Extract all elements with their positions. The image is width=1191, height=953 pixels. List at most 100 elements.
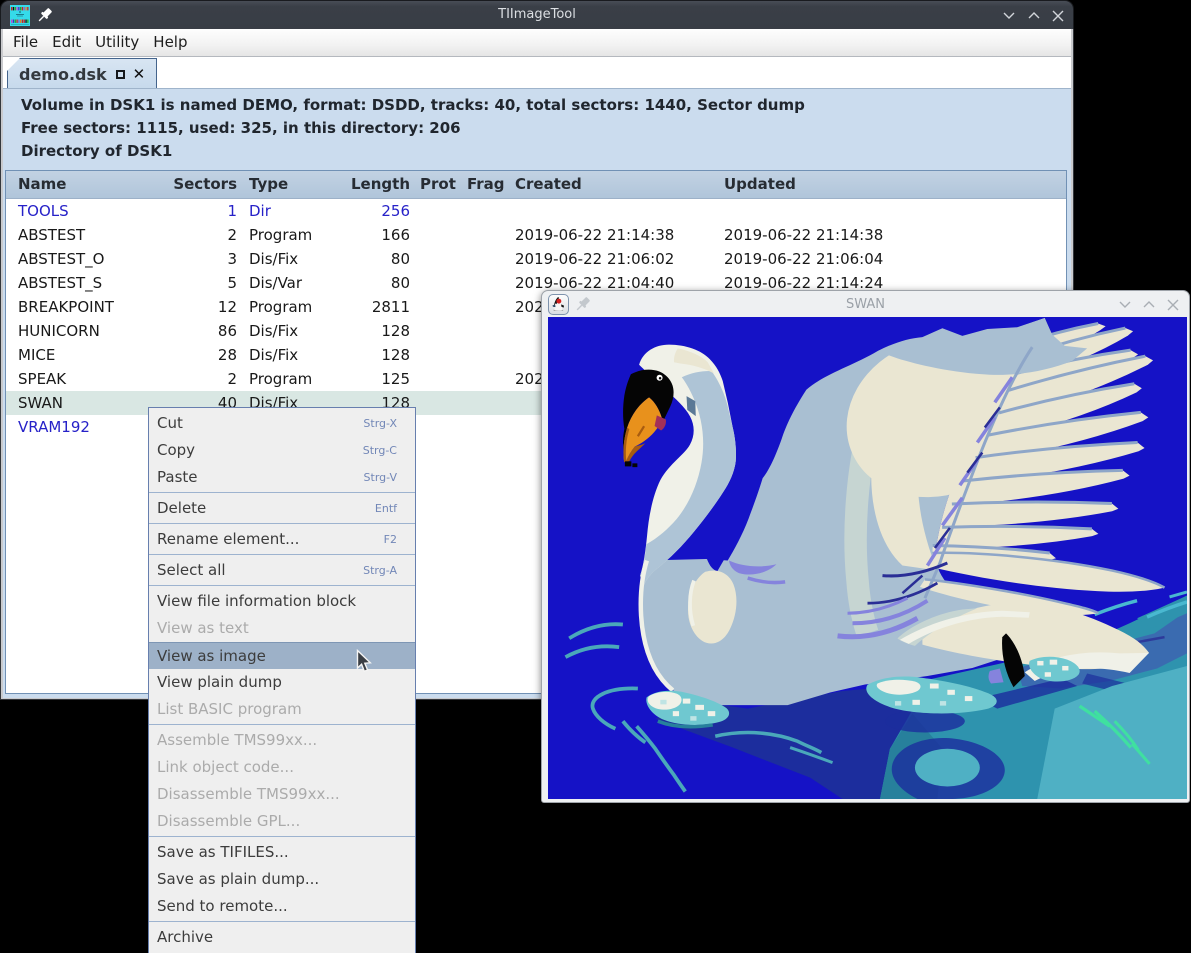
table-row-abstest_o[interactable]: ABSTEST_O3Dis/Fix802019-06-22 21:06:0220… <box>6 247 1066 271</box>
cell-sectors: 28 <box>145 346 237 364</box>
cell-length: 80 <box>329 274 410 292</box>
swan-titlebar[interactable]: SWAN <box>542 291 1189 317</box>
col-created[interactable]: Created <box>515 175 582 193</box>
cell-type: Dis/Fix <box>249 322 298 340</box>
col-frag[interactable]: Frag <box>467 175 505 193</box>
menubar-item-utility[interactable]: Utility <box>88 29 146 57</box>
swan-minimize-button[interactable] <box>1113 294 1137 315</box>
minimize-button[interactable] <box>997 4 1021 27</box>
cell-length: 128 <box>329 322 410 340</box>
volume-info-line2: Free sectors: 1115, used: 325, in this d… <box>21 117 1071 140</box>
menu-item-shortcut: Entf <box>375 495 397 522</box>
menubar-item-edit[interactable]: Edit <box>45 29 88 57</box>
menu-item-cut[interactable]: Cut Strg-X <box>149 410 415 437</box>
menu-item-label: Save as plain dump... <box>157 870 319 888</box>
menu-item-send-to-remote[interactable]: Send to remote... <box>149 893 415 920</box>
cell-name: VRAM192 <box>18 418 90 436</box>
menu-item-label: Send to remote... <box>157 897 288 915</box>
menu-item-label: Cut <box>157 414 183 432</box>
menu-item-disassemble-gpl: Disassemble GPL... <box>149 808 415 835</box>
col-type[interactable]: Type <box>249 175 288 193</box>
menubar-item-help[interactable]: Help <box>146 29 194 57</box>
menu-item-label: Disassemble GPL... <box>157 812 300 830</box>
menu-separator <box>149 523 415 524</box>
menu-item-save-as-tifiles[interactable]: Save as TIFILES... <box>149 839 415 866</box>
col-updated[interactable]: Updated <box>724 175 796 193</box>
table-row-abstest[interactable]: ABSTEST2Program1662019-06-22 21:14:38201… <box>6 223 1066 247</box>
col-prot[interactable]: Prot <box>420 175 456 193</box>
table-row-tools[interactable]: TOOLS1Dir256 <box>6 199 1066 223</box>
menu-item-archive[interactable]: Archive <box>149 924 415 951</box>
menu-item-copy[interactable]: CopyStrg-C <box>149 437 415 464</box>
volume-info-line3: Directory of DSK1 <box>21 140 1071 163</box>
cell-sectors: 1 <box>145 202 237 220</box>
cell-type: Program <box>249 370 312 388</box>
menu-item-label: View plain dump <box>157 673 282 691</box>
swan-window-title: SWAN <box>542 297 1189 312</box>
menu-separator <box>149 724 415 725</box>
cell-created: 202 <box>515 370 544 388</box>
cell-updated: 2019-06-22 21:14:38 <box>724 226 883 244</box>
tab-label: demo.dsk <box>19 65 107 84</box>
menu-item-label: Archive <box>157 928 213 946</box>
cell-name: HUNICORN <box>18 322 100 340</box>
cell-created: 2019-06-22 21:14:38 <box>515 226 674 244</box>
cell-length: 128 <box>329 346 410 364</box>
cell-name: SPEAK <box>18 370 66 388</box>
main-titlebar[interactable]: TIImageTool <box>0 0 1074 29</box>
cell-length: 80 <box>329 250 410 268</box>
menu-item-label: View as text <box>157 619 249 637</box>
menu-separator <box>149 836 415 837</box>
menu-item-list-basic-program: List BASIC program <box>149 696 415 723</box>
cell-length: 256 <box>329 202 410 220</box>
menu-separator <box>149 585 415 586</box>
cell-name: ABSTEST_S <box>18 274 102 292</box>
menu-item-label: Rename element... <box>157 530 299 548</box>
menu-item-shortcut: Strg-V <box>364 464 397 491</box>
tab-detach-icon[interactable] <box>116 70 125 79</box>
swan-maximize-button[interactable] <box>1137 294 1161 315</box>
volume-info: Volume in DSK1 is named DEMO, format: DS… <box>3 89 1071 163</box>
menu-item-shortcut: Strg-X <box>363 410 397 437</box>
swan-close-button[interactable] <box>1161 294 1185 315</box>
cell-name: ABSTEST <box>18 226 85 244</box>
menu-item-label: Disassemble TMS99xx... <box>157 785 340 803</box>
menu-item-view-as-text: View as text <box>149 615 415 642</box>
swan-window: SWAN <box>541 290 1190 803</box>
main-window-title: TIImageTool <box>1 7 1073 22</box>
close-button[interactable] <box>1046 4 1070 27</box>
menu-item-rename-element[interactable]: Rename element...F2 <box>149 526 415 553</box>
tab-demo-dsk[interactable]: demo.dsk ✕ <box>7 58 157 89</box>
cell-sectors: 86 <box>145 322 237 340</box>
col-name[interactable]: Name <box>18 175 66 193</box>
menubar-item-file[interactable]: File <box>6 29 45 57</box>
cell-sectors: 2 <box>145 226 237 244</box>
menu-item-label: Save as TIFILES... <box>157 843 289 861</box>
col-sectors[interactable]: Sectors <box>145 175 237 193</box>
menu-item-select-all[interactable]: Select allStrg-A <box>149 557 415 584</box>
cell-name: SWAN <box>18 394 63 412</box>
menu-item-shortcut: Strg-C <box>363 437 397 464</box>
tab-strip: demo.dsk ✕ <box>3 57 1071 88</box>
menu-item-view-as-image[interactable]: View as image <box>149 642 415 669</box>
menu-item-label: List BASIC program <box>157 700 302 718</box>
cell-length: 166 <box>329 226 410 244</box>
menu-separator <box>149 554 415 555</box>
col-length[interactable]: Length <box>329 175 410 193</box>
menu-item-label: View file information block <box>157 592 356 610</box>
cell-created: 202 <box>515 298 544 316</box>
cell-sectors: 3 <box>145 250 237 268</box>
context-menu: Cut Strg-XCopyStrg-CPasteStrg-V DeleteEntf… <box>148 407 416 953</box>
maximize-button[interactable] <box>1022 4 1046 27</box>
menu-separator <box>149 921 415 922</box>
tab-close-icon[interactable]: ✕ <box>133 69 146 79</box>
menu-item-save-as-plain-dump[interactable]: Save as plain dump... <box>149 866 415 893</box>
menu-item-view-plain-dump[interactable]: View plain dump <box>149 669 415 696</box>
cell-type: Dis/Fix <box>249 346 298 364</box>
menu-item-assemble-tms99xx: Assemble TMS99xx... <box>149 727 415 754</box>
menu-item-paste[interactable]: PasteStrg-V <box>149 464 415 491</box>
table-header[interactable]: Name Sectors Type Length Prot Frag Creat… <box>6 171 1066 199</box>
menu-item-view-file-information-block[interactable]: View file information block <box>149 588 415 615</box>
menu-item-delete[interactable]: DeleteEntf <box>149 495 415 522</box>
menu-item-shortcut: Strg-A <box>363 557 397 584</box>
